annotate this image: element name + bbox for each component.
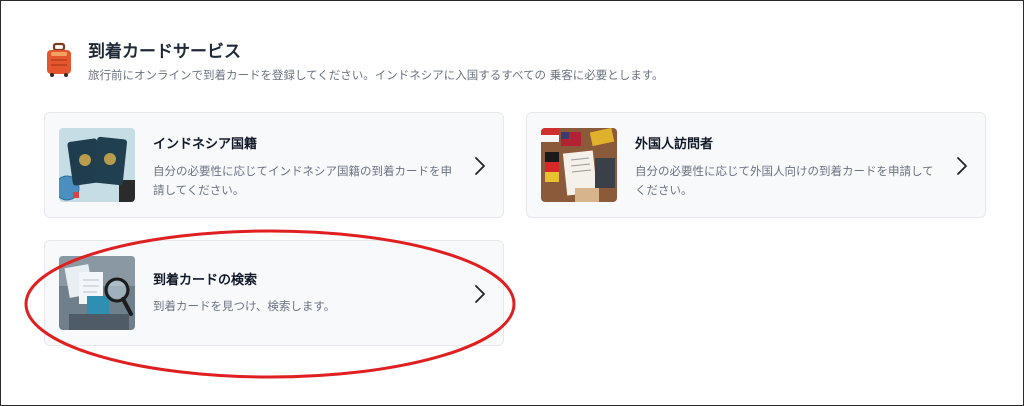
- chevron-right-icon: [475, 285, 485, 303]
- foreign-visitor-card[interactable]: 外国人訪問者 自分の必要性に応じて外国人向けの到着カードを申請して ください。: [526, 112, 986, 218]
- card-description-line2: ください。: [635, 183, 693, 197]
- page-subtitle: 旅行前にオンラインで到着カードを登録してください。インドネシアに入国するすべての…: [88, 68, 664, 82]
- chevron-right-icon: [957, 157, 967, 175]
- passport-thumbnail: [59, 128, 135, 202]
- suitcase-icon: [47, 42, 71, 77]
- chevron-right-icon: [475, 157, 485, 175]
- card-title: 到着カードの検索: [153, 273, 258, 288]
- card-title: 外国人訪問者: [635, 137, 714, 152]
- card-description-line1: 到着カードを見つけ、検索します。: [153, 299, 336, 313]
- page-title: 到着カードサービス: [88, 42, 241, 62]
- page-header: 到着カードサービス 旅行前にオンラインで到着カードを登録してください。インドネシ…: [44, 40, 664, 83]
- magnifier-documents-thumbnail: [59, 256, 135, 330]
- card-description-line1: 自分の必要性に応じてインドネシア国籍の到着カードを申: [153, 164, 452, 178]
- card-description-line1: 自分の必要性に応じて外国人向けの到着カードを申請して: [635, 164, 934, 178]
- flags-form-thumbnail: [541, 128, 617, 202]
- card-description-line2: 請してください。: [153, 183, 245, 197]
- indonesian-citizen-card[interactable]: インドネシア国籍 自分の必要性に応じてインドネシア国籍の到着カードを申 請してく…: [44, 112, 504, 218]
- arrival-card-search-card[interactable]: 到着カードの検索 到着カードを見つけ、検索します。: [44, 240, 504, 346]
- card-title: インドネシア国籍: [153, 137, 258, 152]
